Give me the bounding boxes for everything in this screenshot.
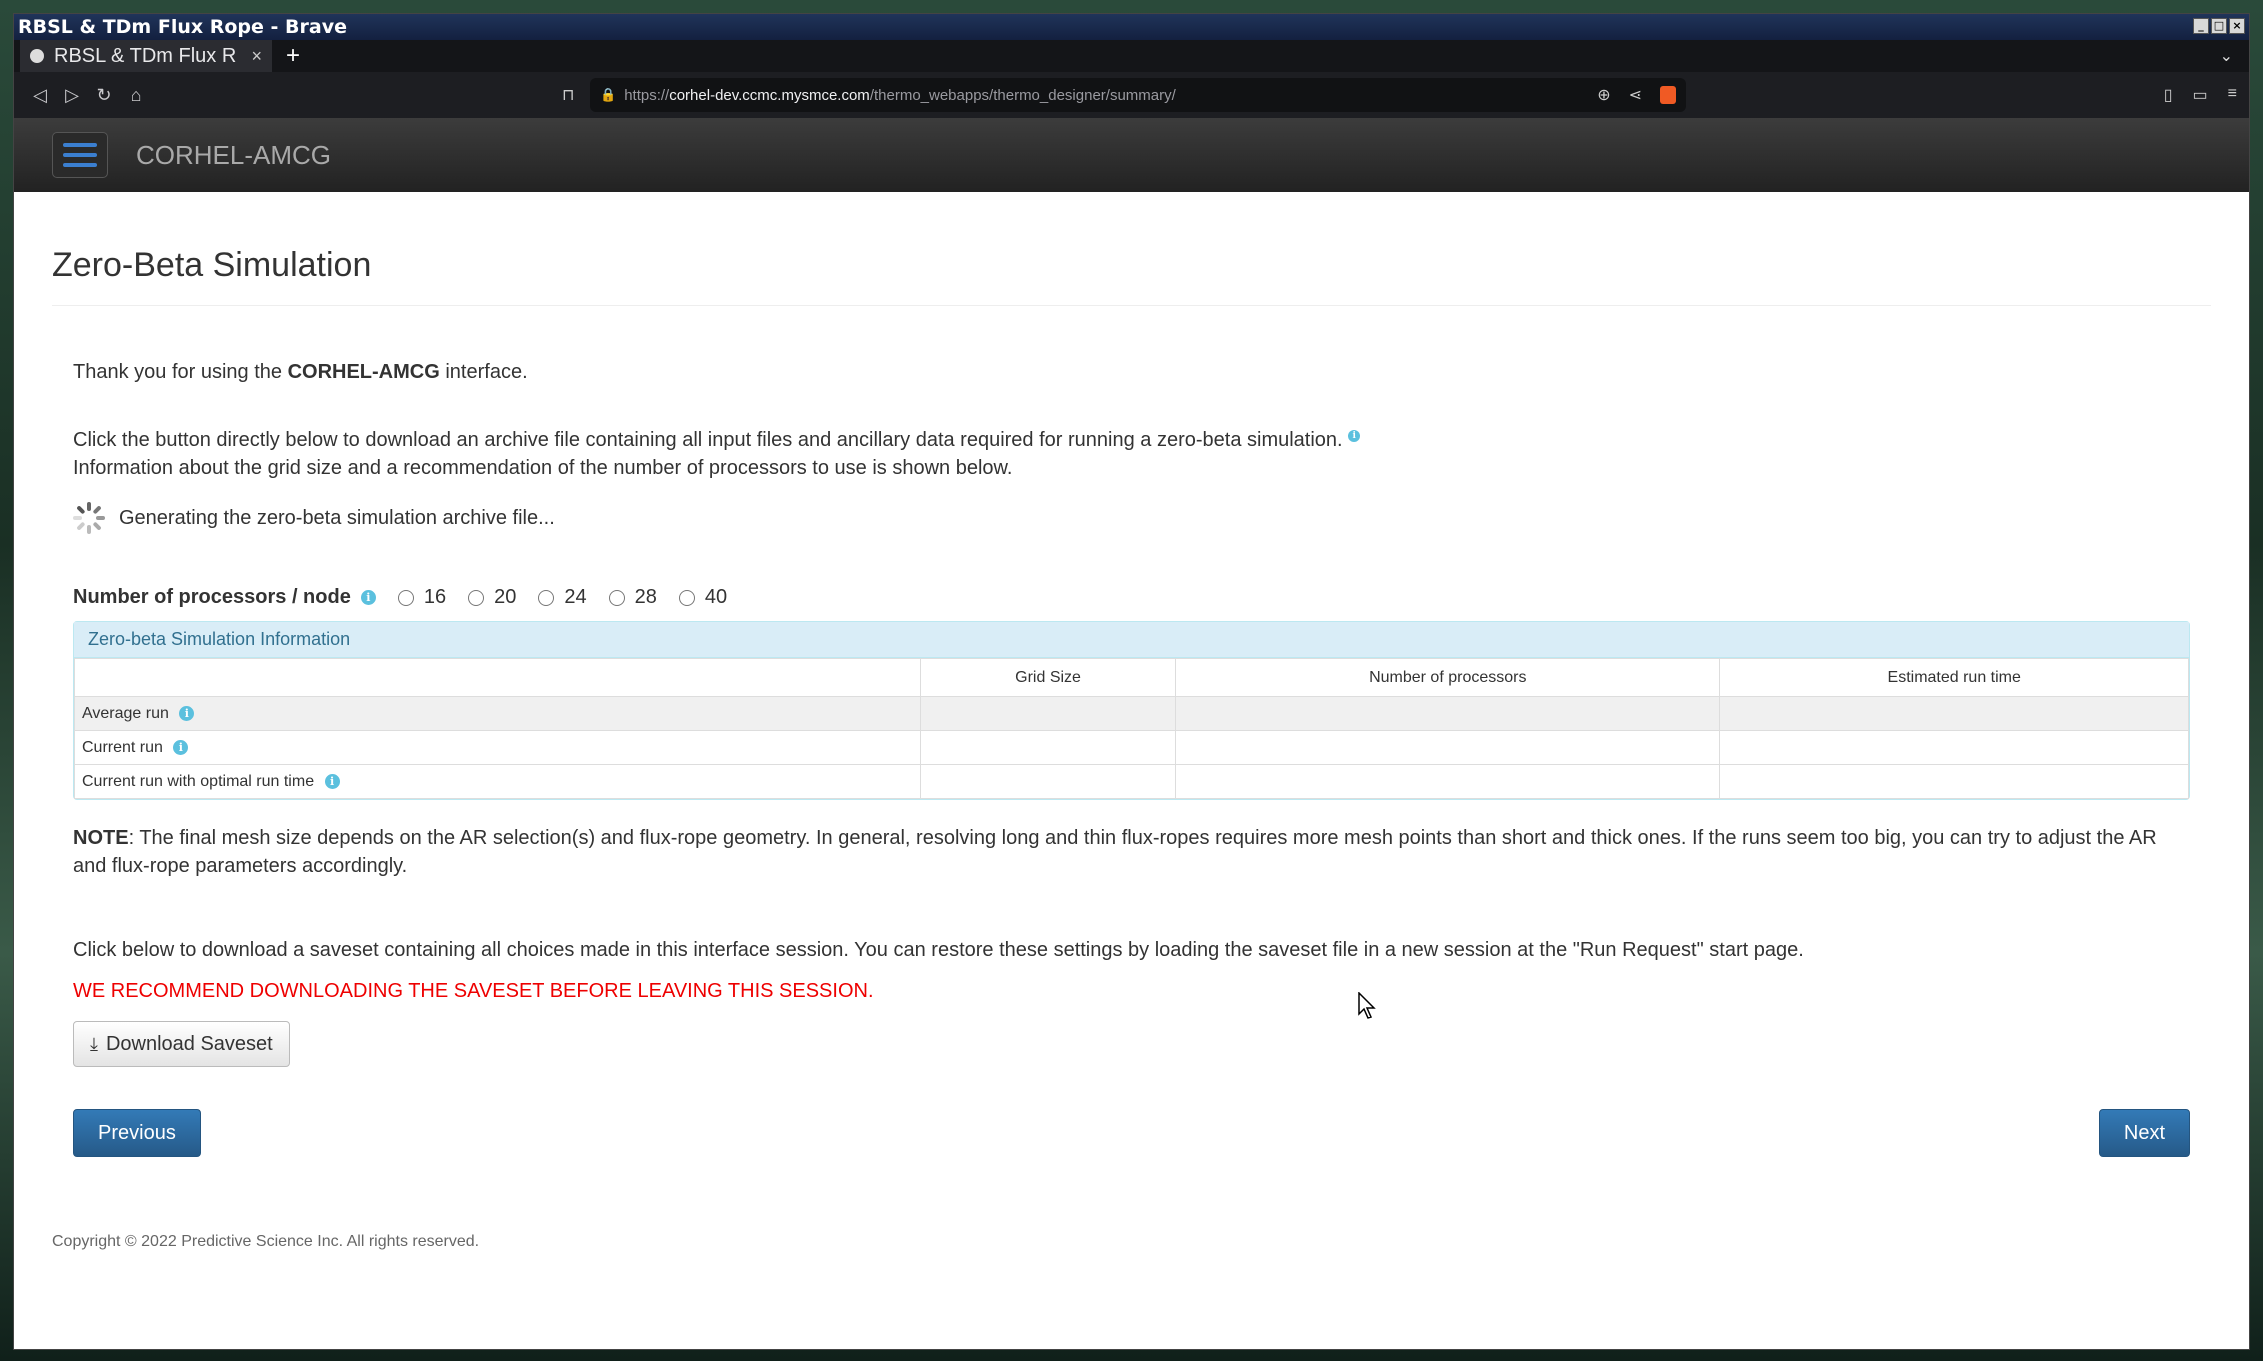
table-header-row: Grid Size Number of processors Estimated… (74, 658, 2189, 697)
radio-procs-20[interactable]: 20 (468, 586, 516, 609)
hamburger-menu-button[interactable] (52, 132, 108, 178)
processors-label: Number of processors / node (73, 586, 351, 608)
table-header: Grid Size (919, 658, 1177, 697)
radio-procs-28[interactable]: 28 (608, 586, 657, 609)
generating-text: Generating the zero-beta simulation arch… (119, 506, 555, 529)
tab-list-chevron-icon[interactable]: ⌄ (2220, 46, 2233, 66)
lock-icon: 🔒 (600, 87, 617, 102)
maximize-icon[interactable]: □ (2211, 18, 2227, 34)
loading-spinner-icon (73, 502, 105, 534)
app-brand[interactable]: CORHEL-AMCG (136, 140, 331, 171)
radio-procs-40[interactable]: 40 (678, 586, 727, 609)
window-titlebar[interactable]: RBSL & TDm Flux Rope - Brave _ □ × (14, 14, 2249, 40)
radio-procs-16[interactable]: 16 (397, 586, 446, 609)
url-host: corhel-dev.ccmc.mysmce.com (669, 86, 870, 104)
saveset-warning: WE RECOMMEND DOWNLOADING THE SAVESET BEF… (73, 980, 874, 1002)
back-icon[interactable]: ◁ (24, 85, 56, 106)
home-icon[interactable]: ⌂ (120, 85, 152, 106)
table-row: Current run i (74, 730, 2189, 765)
new-tab-icon[interactable]: + (286, 42, 300, 70)
info-icon[interactable]: i (173, 739, 189, 755)
address-bar[interactable]: 🔒 https:// corhel-dev.ccmc.mysmce.com /t… (590, 78, 1686, 112)
simulation-info-table: Grid Size Number of processors Estimated… (74, 658, 2189, 799)
note-text: NOTE: The final mesh size depends on the… (73, 827, 2157, 877)
thanks-text: Thank you for using the CORHEL-AMCG inte… (73, 361, 528, 383)
row-label: Current run (82, 738, 163, 756)
url-prefix: https:// (624, 86, 670, 104)
window-title: RBSL & TDm Flux Rope - Brave (18, 16, 347, 38)
navigation-bar: ◁ ▷ ↻ ⌂ ⊓ 🔒 https:// corhel-dev.ccmc.mys… (14, 72, 2249, 118)
row-label: Current run with optimal run time (82, 772, 315, 790)
previous-button[interactable]: Previous (73, 1109, 201, 1157)
menu-icon[interactable]: ≡ (2228, 85, 2237, 105)
brave-shields-icon[interactable] (1660, 86, 1676, 104)
table-row: Current run with optimal run time i (74, 764, 2189, 799)
info-icon[interactable]: i (360, 590, 376, 605)
page-title: Zero-Beta Simulation (52, 246, 2211, 306)
close-tab-icon[interactable]: × (251, 46, 262, 67)
info-icon[interactable]: i (1348, 430, 1361, 443)
tab-bar: RBSL & TDm Flux R × + ⌄ (14, 40, 2249, 72)
info-icon[interactable]: i (179, 705, 195, 721)
tab-title: RBSL & TDm Flux R (54, 44, 237, 67)
app-header: CORHEL-AMCG (14, 118, 2249, 192)
reload-icon[interactable]: ↻ (88, 85, 120, 106)
simulation-info-panel: Zero-beta Simulation Information Grid Si… (73, 621, 2190, 800)
info-icon[interactable]: i (324, 773, 340, 789)
processors-selector: Number of processors / node i 16 20 24 2… (73, 586, 2190, 609)
bookmark-icon[interactable]: ⊓ (562, 85, 574, 105)
sidebar-toggle-icon[interactable]: ▯ (2164, 85, 2173, 105)
generating-status: Generating the zero-beta simulation arch… (73, 502, 2190, 534)
close-window-icon[interactable]: × (2229, 18, 2245, 34)
radio-procs-24[interactable]: 24 (538, 586, 587, 609)
table-header: Estimated run time (1719, 658, 2189, 697)
download-saveset-button[interactable]: ⤓ Download Saveset (73, 1021, 290, 1067)
wallet-icon[interactable]: ▭ (2193, 85, 2208, 105)
navigation-buttons: Previous Next (73, 1109, 2190, 1157)
forward-icon[interactable]: ▷ (56, 85, 88, 106)
next-button[interactable]: Next (2098, 1109, 2190, 1157)
table-header (74, 658, 921, 697)
zoom-icon[interactable]: ⊕ (1597, 85, 1610, 105)
footer-copyright: Copyright © 2022 Predictive Science Inc.… (52, 1233, 480, 1250)
row-label: Average run (82, 704, 169, 722)
download-icon: ⤓ (90, 1033, 98, 1054)
share-icon[interactable]: ⋖ (1629, 85, 1642, 105)
saveset-instructions: Click below to download a saveset contai… (73, 939, 1804, 961)
download-instructions: Click the button directly below to downl… (73, 426, 2190, 482)
url-path: /thermo_webapps/thermo_designer/summary/ (869, 86, 1176, 104)
panel-heading: Zero-beta Simulation Information (74, 622, 2189, 658)
browser-tab-active[interactable]: RBSL & TDm Flux R × (20, 40, 272, 72)
table-header: Number of processors (1175, 658, 1721, 697)
browser-window: RBSL & TDm Flux Rope - Brave _ □ × RBSL … (14, 14, 2249, 1349)
table-row: Average run i (74, 696, 2189, 731)
main-content: Zero-Beta Simulation Thank you for using… (14, 246, 2249, 1251)
mouse-cursor-icon (1358, 992, 1376, 1019)
favicon-icon (30, 49, 44, 63)
minimize-icon[interactable]: _ (2193, 18, 2209, 34)
